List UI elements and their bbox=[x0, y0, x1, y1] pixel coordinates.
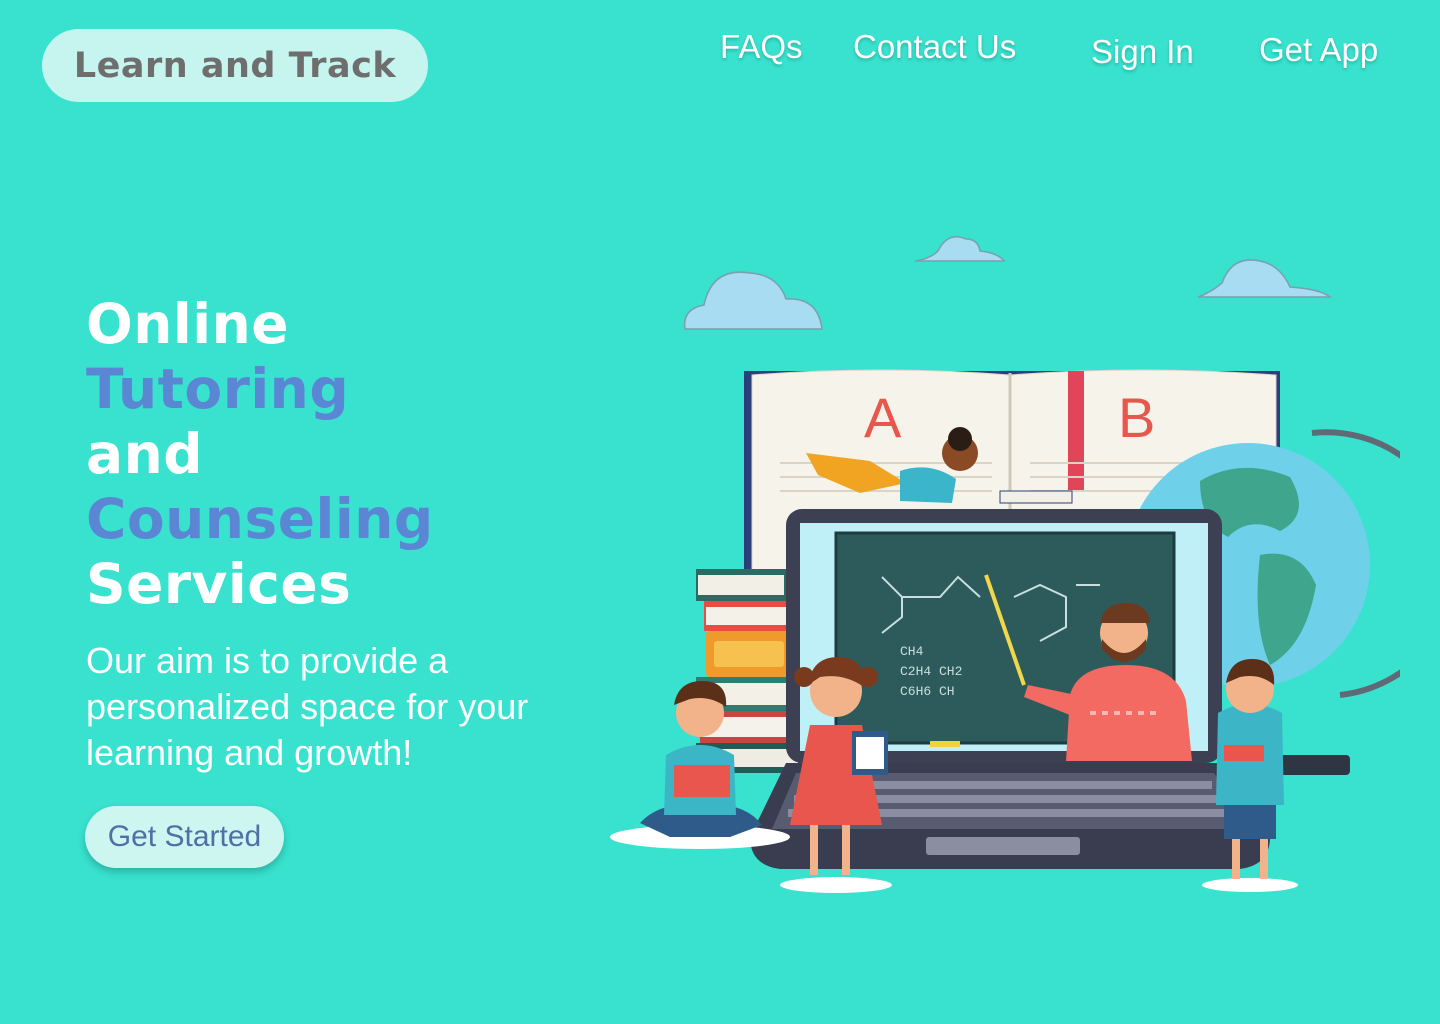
nav-sign-in[interactable]: Sign In bbox=[1091, 33, 1194, 71]
nav-contact-us[interactable]: Contact Us bbox=[853, 28, 1016, 66]
online-tutoring-illustration: A B CH4 C2H4 CH2 C6H6 CH bbox=[610, 236, 1400, 893]
hero-title-line: Counseling bbox=[86, 487, 434, 551]
hero-title-line: Online bbox=[86, 292, 290, 356]
book-stack bbox=[696, 569, 800, 773]
hero-title-line: Services bbox=[86, 552, 352, 616]
nav-get-app[interactable]: Get App bbox=[1259, 31, 1378, 69]
book-letter-a: A bbox=[864, 386, 902, 449]
hero-subtitle: Our aim is to provide a personalized spa… bbox=[86, 640, 529, 773]
book-letter-b: B bbox=[1118, 386, 1155, 449]
logo[interactable]: Learn and Track bbox=[42, 29, 428, 102]
nav-faqs[interactable]: FAQs bbox=[720, 28, 803, 66]
board-formula: C6H6 CH bbox=[900, 684, 955, 699]
cloud-icon bbox=[1197, 259, 1333, 298]
hero-title: Online Tutoring and Counseling Services bbox=[86, 292, 434, 617]
board-formula: CH4 bbox=[900, 644, 924, 659]
board-formula: C2H4 CH2 bbox=[900, 664, 962, 679]
cloud-icon bbox=[683, 271, 823, 330]
cloud-icon bbox=[914, 236, 1006, 262]
get-started-button[interactable]: Get Started bbox=[85, 806, 284, 868]
hero-title-line: Tutoring bbox=[86, 357, 350, 421]
hero-title-line: and bbox=[86, 422, 204, 486]
